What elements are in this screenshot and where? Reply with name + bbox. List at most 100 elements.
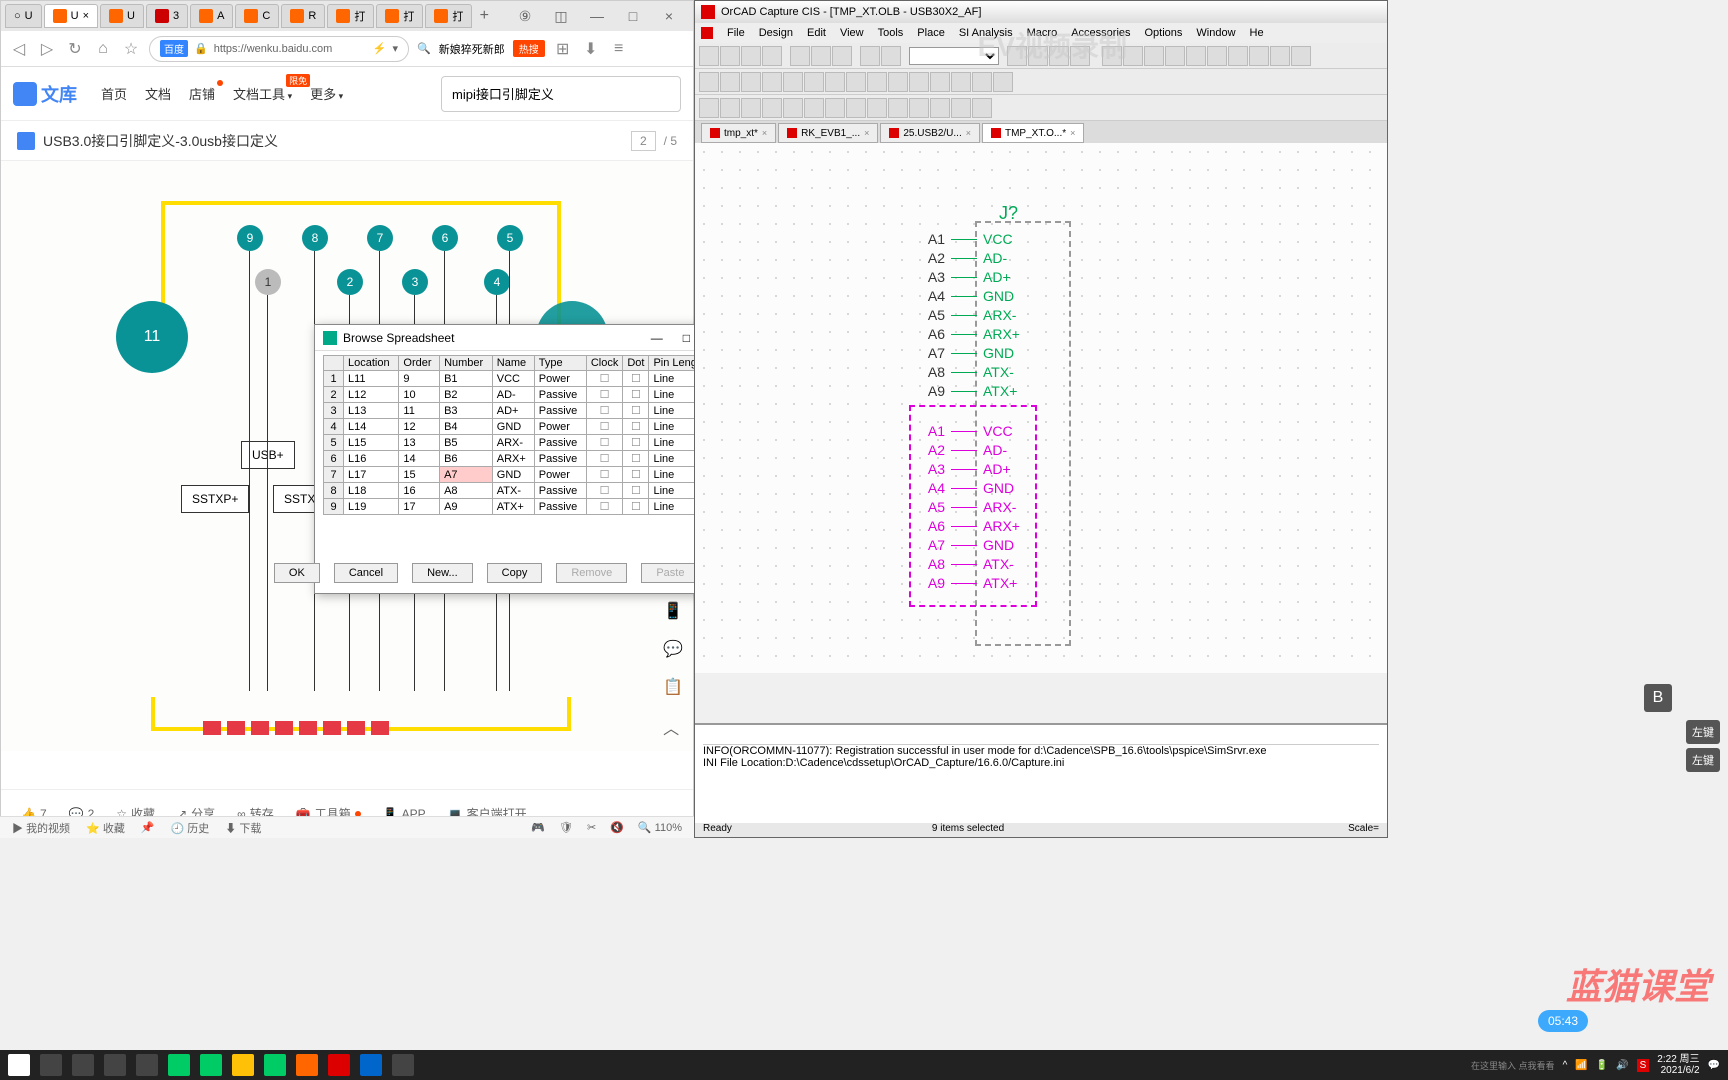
browser-tab[interactable]: 打 bbox=[327, 4, 374, 28]
tool-b7[interactable] bbox=[825, 72, 845, 92]
forward-button[interactable]: ▷ bbox=[37, 39, 57, 59]
pin-row[interactable]: A6ARX+ bbox=[901, 326, 1020, 342]
pin-row[interactable]: A1VCC bbox=[901, 231, 1013, 247]
status-mute[interactable]: 🔇 bbox=[610, 821, 624, 834]
tool-c11[interactable] bbox=[909, 98, 929, 118]
mobile-icon[interactable]: 📱 bbox=[663, 601, 683, 621]
tool-redo[interactable] bbox=[881, 46, 901, 66]
task-app[interactable] bbox=[168, 1054, 190, 1076]
doc-tab[interactable]: 25.USB2/U...× bbox=[880, 123, 980, 143]
tool-b2[interactable] bbox=[720, 72, 740, 92]
table-row[interactable]: 9L1917A9ATX+PassiveLine bbox=[324, 499, 717, 515]
task-app[interactable] bbox=[104, 1054, 126, 1076]
ok-button[interactable]: OK bbox=[274, 563, 320, 583]
status-history[interactable]: 🕘 历史 bbox=[171, 820, 210, 836]
spreadsheet-table[interactable]: Location Order Number Name Type Clock Do… bbox=[323, 355, 717, 515]
remove-button[interactable]: Remove bbox=[556, 563, 627, 583]
table-row[interactable]: 6L1614B6ARX+PassiveLine bbox=[324, 451, 717, 467]
page-current[interactable]: 2 bbox=[631, 131, 656, 151]
back-button[interactable]: ◁ bbox=[9, 39, 29, 59]
status-shield[interactable]: 🛡 bbox=[559, 821, 573, 834]
tool-copy[interactable] bbox=[811, 46, 831, 66]
tool-print[interactable] bbox=[762, 46, 782, 66]
tool-b3[interactable] bbox=[741, 72, 761, 92]
table-row[interactable]: 1L119B1VCCPowerLine bbox=[324, 371, 717, 387]
menu-design[interactable]: Design bbox=[759, 27, 793, 39]
tool-c13[interactable] bbox=[951, 98, 971, 118]
tool-b8[interactable] bbox=[846, 72, 866, 92]
tool-c7[interactable] bbox=[825, 98, 845, 118]
notification-icon[interactable]: 💬 bbox=[1708, 1060, 1720, 1071]
table-row[interactable]: 3L1311B3AD+PassiveLine bbox=[324, 403, 717, 419]
refresh-button[interactable]: ↻ bbox=[65, 39, 85, 59]
browser-tab[interactable]: ○U bbox=[5, 4, 42, 28]
close-icon[interactable]: × bbox=[1070, 128, 1075, 138]
browser-tab[interactable]: U bbox=[100, 4, 144, 28]
status-pin[interactable]: 📌 bbox=[141, 821, 155, 834]
doc-tab[interactable]: TMP_XT.O...*× bbox=[982, 123, 1084, 143]
task-app[interactable] bbox=[232, 1054, 254, 1076]
hot-tag[interactable]: 热搜 bbox=[513, 40, 545, 57]
browser-tab[interactable]: C bbox=[235, 4, 279, 28]
tool-b1[interactable] bbox=[699, 72, 719, 92]
orcad-titlebar[interactable]: OrCAD Capture CIS - [TMP_XT.OLB - USB30X… bbox=[695, 1, 1387, 23]
browser-tab[interactable]: 3 bbox=[146, 4, 188, 28]
search-button[interactable] bbox=[72, 1054, 94, 1076]
wenku-logo[interactable]: 文库 bbox=[13, 81, 77, 107]
task-app[interactable] bbox=[328, 1054, 350, 1076]
chat-icon[interactable]: 💬 bbox=[663, 639, 683, 659]
tool-grid9[interactable] bbox=[1291, 46, 1311, 66]
tool-grid2[interactable] bbox=[1144, 46, 1164, 66]
doc-tab[interactable]: RK_EVB1_...× bbox=[778, 123, 878, 143]
close-icon[interactable]: × bbox=[966, 128, 971, 138]
sidebar-icon[interactable]: ◫ bbox=[549, 8, 573, 25]
browser-tab[interactable]: U× bbox=[44, 4, 98, 28]
tray-volume-icon[interactable]: 🔊 bbox=[1616, 1060, 1628, 1071]
menu-icon[interactable]: ≡ bbox=[609, 40, 629, 58]
tool-c12[interactable] bbox=[930, 98, 950, 118]
pin-row[interactable]: A2AD- bbox=[901, 442, 1007, 458]
tray-network-icon[interactable]: 📶 bbox=[1575, 1060, 1587, 1071]
pin-row[interactable]: A3AD+ bbox=[901, 461, 1011, 477]
pin-row[interactable]: A5ARX- bbox=[901, 499, 1016, 515]
pin-row[interactable]: A8ATX- bbox=[901, 364, 1014, 380]
menu-help[interactable]: He bbox=[1250, 27, 1264, 39]
search-input[interactable]: mipi接口引脚定义 bbox=[441, 76, 681, 112]
menu-edit[interactable]: Edit bbox=[807, 27, 826, 39]
tool-grid5[interactable] bbox=[1207, 46, 1227, 66]
search-icon[interactable]: 🔍 bbox=[417, 42, 431, 55]
pin-row[interactable]: A6ARX+ bbox=[901, 518, 1020, 534]
tool-save[interactable] bbox=[741, 46, 761, 66]
task-view-button[interactable] bbox=[40, 1054, 62, 1076]
tool-c1[interactable] bbox=[699, 98, 719, 118]
tool-c14[interactable] bbox=[972, 98, 992, 118]
pin-row[interactable]: A7GND bbox=[901, 345, 1014, 361]
menu-file[interactable]: File bbox=[727, 27, 745, 39]
table-row[interactable]: 2L1210B2AD-PassiveLine bbox=[324, 387, 717, 403]
nav-shop[interactable]: 店铺 bbox=[189, 84, 215, 103]
menu-place[interactable]: Place bbox=[917, 27, 945, 39]
pin-row[interactable]: A3AD+ bbox=[901, 269, 1011, 285]
table-row[interactable]: 5L1513B5ARX-PassiveLine bbox=[324, 435, 717, 451]
menu-options[interactable]: Options bbox=[1145, 27, 1183, 39]
pin-row[interactable]: A4GND bbox=[901, 288, 1014, 304]
nav-more[interactable]: 更多 ▾ bbox=[310, 84, 343, 103]
dialog-maximize[interactable]: □ bbox=[683, 331, 690, 345]
tray-ime-icon[interactable]: S bbox=[1637, 1059, 1650, 1072]
doc-tab[interactable]: tmp_xt*× bbox=[701, 123, 776, 143]
tool-grid3[interactable] bbox=[1165, 46, 1185, 66]
apps-icon[interactable]: ⊞ bbox=[553, 39, 573, 59]
task-app[interactable] bbox=[136, 1054, 158, 1076]
download-icon[interactable]: ⬇ bbox=[581, 39, 601, 59]
tool-c8[interactable] bbox=[846, 98, 866, 118]
counter-icon[interactable]: ⑨ bbox=[513, 8, 537, 25]
clipboard-icon[interactable]: 📋 bbox=[663, 677, 683, 697]
maximize-button[interactable]: □ bbox=[621, 8, 645, 25]
task-app[interactable] bbox=[392, 1054, 414, 1076]
tool-grid7[interactable] bbox=[1249, 46, 1269, 66]
tool-b11[interactable] bbox=[909, 72, 929, 92]
cancel-button[interactable]: Cancel bbox=[334, 563, 398, 583]
close-icon[interactable]: × bbox=[83, 10, 89, 22]
star-button[interactable]: ☆ bbox=[121, 39, 141, 59]
task-app[interactable] bbox=[360, 1054, 382, 1076]
